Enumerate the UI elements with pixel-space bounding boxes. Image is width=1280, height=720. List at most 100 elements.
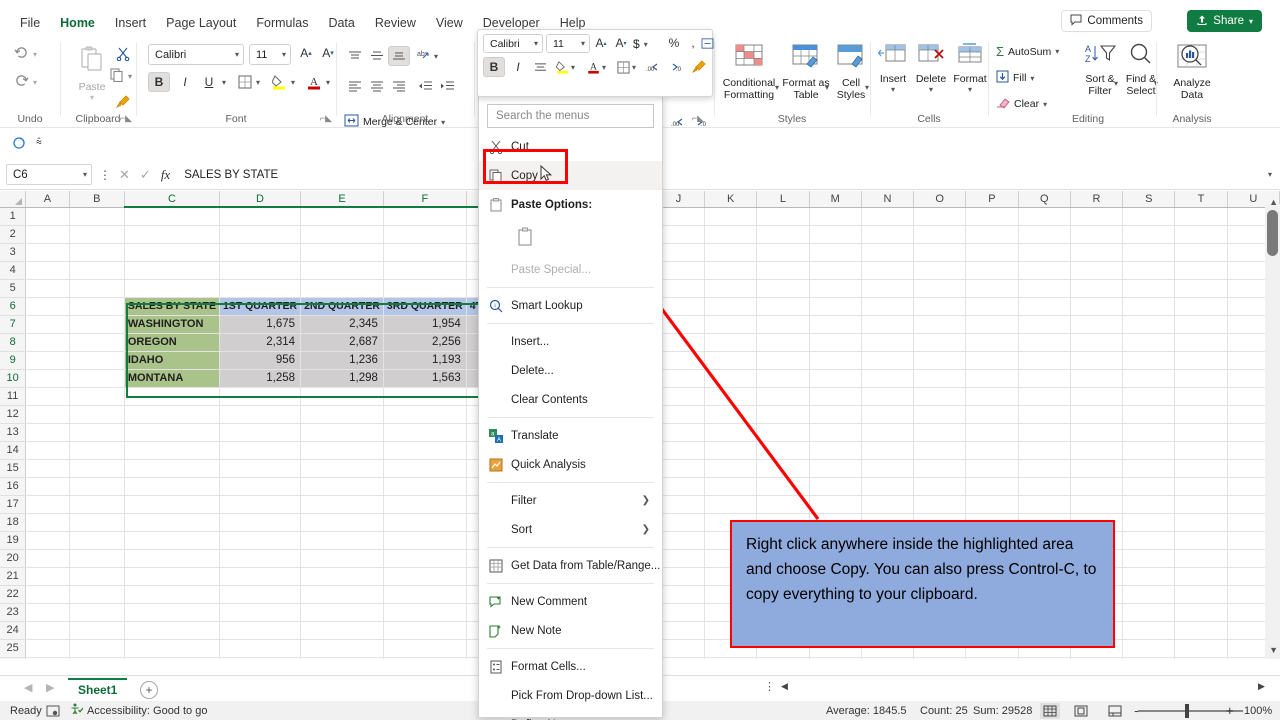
cell-S20[interactable] <box>1122 549 1176 568</box>
cell-O14[interactable] <box>913 441 967 460</box>
cell-P9[interactable] <box>965 351 1019 370</box>
menu-item-define-name[interactable]: Define Name... <box>479 710 662 720</box>
menu-item-get-data-from-table-range[interactable]: Get Data from Table/Range... <box>479 551 662 580</box>
cell-D11[interactable] <box>219 387 302 406</box>
cell-D25[interactable] <box>219 639 302 658</box>
cell-M1[interactable] <box>809 207 862 226</box>
cell-S23[interactable] <box>1122 603 1176 622</box>
cell-F7[interactable]: 1,954 <box>383 315 467 334</box>
cell-N13[interactable] <box>861 423 915 442</box>
cell-P15[interactable] <box>965 459 1019 478</box>
cell-E23[interactable] <box>300 603 384 622</box>
cell-M3[interactable] <box>809 243 862 262</box>
next-sheet-icon[interactable]: ▶ <box>46 681 54 694</box>
cell-B2[interactable] <box>69 225 125 244</box>
cell-B23[interactable] <box>69 603 125 622</box>
cell-E14[interactable] <box>300 441 384 460</box>
cell-S9[interactable] <box>1122 351 1176 370</box>
cell-F5[interactable] <box>383 279 467 298</box>
name-box-more-icon[interactable]: ⋮ <box>99 168 111 182</box>
row-header-17[interactable]: 17 <box>0 495 27 514</box>
row-header-11[interactable]: 11 <box>0 387 27 406</box>
cell-F20[interactable] <box>383 549 467 568</box>
cell-S1[interactable] <box>1122 207 1176 226</box>
cell-K9[interactable] <box>704 351 758 370</box>
cell-T24[interactable] <box>1174 621 1228 640</box>
row-header-20[interactable]: 20 <box>0 549 27 568</box>
italic-button[interactable]: I <box>174 72 196 92</box>
tab-view[interactable]: View <box>426 13 473 33</box>
cell-M2[interactable] <box>809 225 862 244</box>
cell-A10[interactable] <box>25 369 70 388</box>
cell-Q3[interactable] <box>1018 243 1071 262</box>
bold-button[interactable]: B <box>148 72 170 92</box>
cell-C15[interactable] <box>124 459 220 478</box>
cell-Q13[interactable] <box>1018 423 1071 442</box>
cell-L26[interactable] <box>756 657 810 659</box>
formula-input[interactable]: SALES BY STATE <box>180 164 1268 186</box>
cell-L9[interactable] <box>756 351 810 370</box>
cell-T2[interactable] <box>1174 225 1228 244</box>
cell-B6[interactable] <box>69 297 125 316</box>
cell-E12[interactable] <box>300 405 384 424</box>
sheet-tab-sheet1[interactable]: Sheet1 <box>68 678 128 700</box>
cell-S19[interactable] <box>1122 531 1176 550</box>
cell-L15[interactable] <box>756 459 810 478</box>
cell-N15[interactable] <box>861 459 915 478</box>
font-dialog-launcher[interactable]: ⌐◣ <box>320 113 332 124</box>
mini-italic-button[interactable]: I <box>507 57 529 77</box>
find-and-select-button[interactable]: Find & Select ▾ <box>1122 42 1160 97</box>
cell-L10[interactable] <box>756 369 810 388</box>
cell-Q11[interactable] <box>1018 387 1071 406</box>
mini-format-painter-button[interactable] <box>688 57 710 77</box>
cell-Q5[interactable] <box>1018 279 1071 298</box>
row-header-22[interactable]: 22 <box>0 585 27 604</box>
cell-S6[interactable] <box>1122 297 1176 316</box>
cell-T12[interactable] <box>1174 405 1228 424</box>
menu-item-paste-options[interactable]: Paste Options: <box>479 190 662 219</box>
cell-T4[interactable] <box>1174 261 1228 280</box>
menu-item-pick-from-drop-down-list[interactable]: Pick From Drop-down List... <box>479 681 662 710</box>
cell-N12[interactable] <box>861 405 915 424</box>
cell-B15[interactable] <box>69 459 125 478</box>
cell-T26[interactable] <box>1174 657 1228 659</box>
cell-O7[interactable] <box>913 315 967 334</box>
cell-A4[interactable] <box>25 261 70 280</box>
column-header-t[interactable]: T <box>1174 191 1228 208</box>
cell-B4[interactable] <box>69 261 125 280</box>
mini-increase-font-size-button[interactable]: A ▴ <box>592 33 610 53</box>
cell-D9[interactable]: 956 <box>219 351 302 370</box>
align-middle-button[interactable] <box>366 46 388 66</box>
format-as-table-button[interactable]: Format as Table ▾ <box>782 42 830 101</box>
decrease-font-size-button[interactable]: A ▾ <box>318 43 338 63</box>
cell-K13[interactable] <box>704 423 758 442</box>
cell-O16[interactable] <box>913 477 967 496</box>
cell-B19[interactable] <box>69 531 125 550</box>
cell-N2[interactable] <box>861 225 915 244</box>
cell-R26[interactable] <box>1070 657 1124 659</box>
cell-Q10[interactable] <box>1018 369 1071 388</box>
cell-O17[interactable] <box>913 495 967 514</box>
cell-F10[interactable]: 1,563 <box>383 369 467 388</box>
tab-data[interactable]: Data <box>318 13 364 33</box>
cell-T15[interactable] <box>1174 459 1228 478</box>
cell-E17[interactable] <box>300 495 384 514</box>
delete-cells-button[interactable]: Delete ▾ <box>912 42 950 94</box>
cell-N6[interactable] <box>861 297 915 316</box>
cell-B16[interactable] <box>69 477 125 496</box>
cell-D24[interactable] <box>219 621 302 640</box>
cell-D6[interactable]: 1ST QUARTER <box>219 297 302 316</box>
cell-R16[interactable] <box>1070 477 1124 496</box>
borders-button[interactable] <box>234 72 256 92</box>
cell-O4[interactable] <box>913 261 967 280</box>
menu-item-filter[interactable]: Filter ❯ <box>479 486 662 515</box>
cell-E9[interactable]: 1,236 <box>300 351 384 370</box>
cell-D17[interactable] <box>219 495 302 514</box>
cell-M5[interactable] <box>809 279 862 298</box>
cell-D4[interactable] <box>219 261 302 280</box>
scroll-up-icon[interactable]: ▲ <box>1269 197 1278 207</box>
mini-currency-button[interactable]: $ ▾ <box>633 37 648 51</box>
cell-Q8[interactable] <box>1018 333 1071 352</box>
cell-N11[interactable] <box>861 387 915 406</box>
row-header-6[interactable]: 6 <box>0 297 27 316</box>
